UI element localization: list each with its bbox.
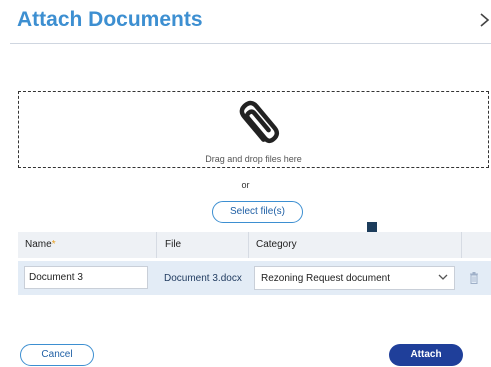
attachments-table-header: Name* File Category [18, 232, 491, 258]
attach-documents-dialog: Attach Documents Drag and drop files her… [0, 0, 491, 367]
dialog-title: Attach Documents [17, 8, 203, 31]
trash-icon[interactable] [469, 272, 479, 284]
paperclip-icon [239, 100, 280, 144]
dialog-header: Attach Documents [10, 0, 491, 44]
required-marker: * [51, 239, 56, 250]
header-category: Category [256, 239, 297, 250]
category-value: Rezoning Request document [261, 273, 390, 284]
dropzone-label: Drag and drop files here [205, 154, 302, 164]
header-name: Name* [25, 239, 56, 250]
header-file: File [165, 239, 182, 250]
column-divider [248, 232, 249, 258]
column-divider [156, 232, 157, 258]
document-name-input[interactable]: Document 3 [24, 266, 148, 289]
column-divider [461, 232, 462, 258]
category-select[interactable]: Rezoning Request document [254, 266, 455, 290]
chevron-down-icon [438, 274, 448, 280]
select-files-button[interactable]: Select file(s) [212, 201, 303, 223]
attach-button[interactable]: Attach [389, 344, 463, 366]
header-name-label: Name [25, 239, 52, 250]
or-separator: or [241, 180, 250, 190]
table-row: Document 3 Document 3.docx Rezoning Requ… [18, 261, 491, 295]
close-icon[interactable] [479, 9, 491, 36]
file-dropzone[interactable]: Drag and drop files here [18, 91, 489, 168]
file-name: Document 3.docx [164, 273, 242, 284]
cancel-button[interactable]: Cancel [20, 344, 94, 366]
